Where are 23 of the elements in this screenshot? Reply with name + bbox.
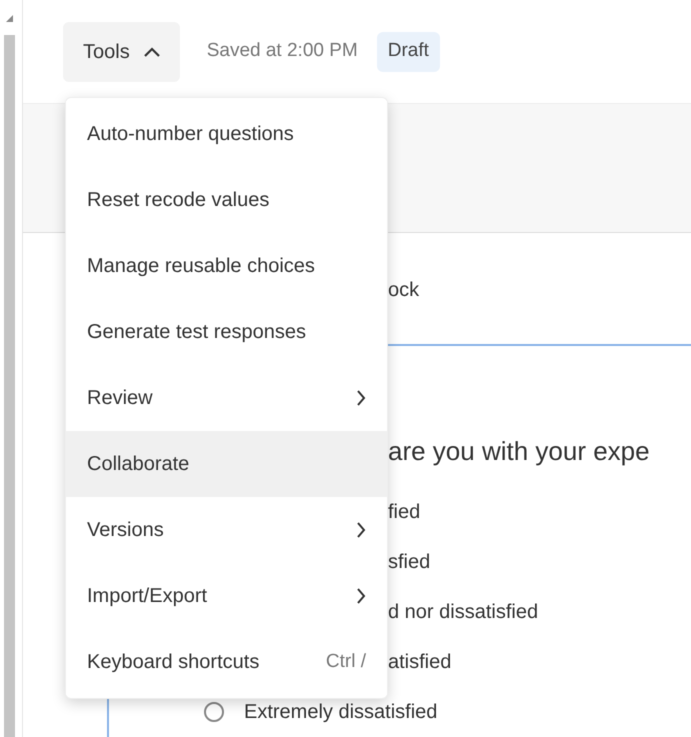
choice-label: sfied	[388, 550, 430, 575]
menu-item[interactable]: Review	[66, 365, 387, 431]
choice-label: fied	[388, 500, 420, 525]
menu-item[interactable]: Auto-number questions	[66, 101, 387, 167]
draft-badge: Draft	[376, 32, 440, 72]
choice-label: Extremely dissatisfied	[244, 700, 438, 725]
menu-item[interactable]: Keyboard shortcuts Ctrl /	[66, 629, 387, 695]
tools-button[interactable]: Tools	[63, 22, 180, 82]
block-title: ock	[388, 279, 420, 301]
question-text: are you with your expe	[388, 436, 650, 466]
menu-item[interactable]: Versions	[66, 497, 387, 563]
menu-item[interactable]: Import/Export	[66, 563, 387, 629]
scrollbar-thumb[interactable]	[4, 35, 15, 737]
menu-item[interactable]: Reset recode values	[66, 167, 387, 233]
menu-item[interactable]: Collaborate	[66, 431, 387, 497]
choice-label: d nor dissatisfied	[388, 600, 538, 625]
saved-status: Saved at 2:00 PM	[206, 39, 358, 64]
shortcut-hint: Ctrl /	[326, 650, 366, 674]
radio-button[interactable]	[204, 702, 224, 722]
menu-item[interactable]: Manage reusable choices	[66, 233, 387, 299]
scroll-up-icon[interactable]	[6, 15, 13, 22]
menu-item[interactable]: Generate test responses	[66, 299, 387, 365]
choice-label: atisfied	[388, 650, 452, 675]
